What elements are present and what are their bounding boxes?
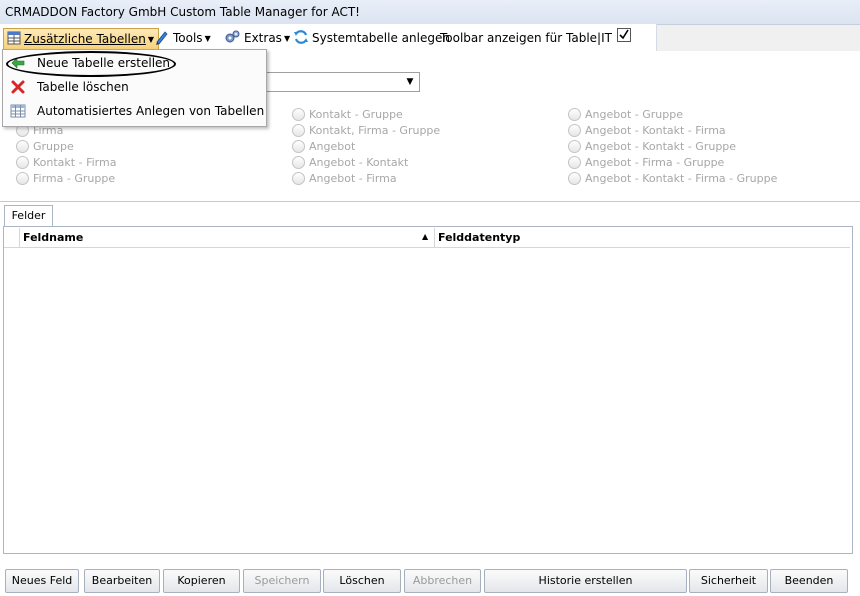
speichern-button[interactable]: Speichern — [243, 569, 321, 593]
radio-label: Angebot - Kontakt - Gruppe — [585, 140, 737, 153]
radio-label: Gruppe — [33, 140, 74, 153]
radio-option[interactable]: Angebot - Firma - Gruppe — [568, 156, 724, 169]
radio-option[interactable]: Angebot - Kontakt - Firma — [568, 124, 726, 137]
table-icon — [7, 31, 21, 48]
menu-item-label: Tabelle löschen — [37, 80, 129, 94]
radio-label: Angebot - Firma - Gruppe — [585, 156, 725, 169]
systemtabelle-anlegen-button[interactable]: Systemtabelle anlegen — [293, 28, 450, 48]
radio-option[interactable]: Angebot — [292, 140, 355, 153]
radio-option[interactable]: Firma - Gruppe — [16, 172, 115, 185]
window-title: CRMADDON Factory GmbH Custom Table Manag… — [5, 5, 360, 19]
radio-circle — [16, 156, 29, 169]
toolbar-anzeigen-checkbox[interactable] — [617, 28, 631, 42]
historie-erstellen-button[interactable]: Historie erstellen — [484, 569, 687, 593]
radio-circle — [568, 124, 581, 137]
zusaetzliche-tabellen-dropdown[interactable]: Zusätzliche Tabellen ▼ — [3, 28, 160, 50]
radio-label: Kontakt, Firma - Gruppe — [309, 124, 441, 137]
column-header-felddatentyp[interactable]: Felddatentyp — [438, 231, 520, 244]
kopieren-button[interactable]: Kopieren — [163, 569, 240, 593]
table-grid-icon — [10, 103, 26, 119]
radio-circle — [568, 156, 581, 169]
radio-circle — [292, 140, 305, 153]
bearbeiten-button[interactable]: Bearbeiten — [84, 569, 160, 593]
tab-felder[interactable]: Felder — [4, 205, 53, 226]
radio-option[interactable]: Angebot - Firma — [292, 172, 397, 185]
sicherheit-button[interactable]: Sicherheit — [689, 569, 768, 593]
tools-dropdown[interactable]: Tools ▼ — [154, 28, 211, 48]
sort-ascending-icon: ▲ — [422, 232, 429, 241]
pencil-icon — [154, 29, 170, 48]
extras-label: Extras — [244, 31, 282, 45]
radio-circle — [292, 108, 305, 121]
radio-circle — [16, 140, 29, 153]
radio-option[interactable]: Kontakt - Firma — [16, 156, 116, 169]
menu-item-automatisiertes-anlegen[interactable]: Automatisiertes Anlegen von Tabellen — [3, 100, 266, 122]
radio-label: Angebot - Kontakt - Firma — [585, 124, 726, 137]
toolbar-anzeigen-label: Toolbar anzeigen für Table|IT — [440, 28, 612, 48]
radio-label: Angebot - Firma — [309, 172, 397, 185]
radio-option[interactable]: Angebot - Kontakt - Gruppe — [568, 140, 736, 153]
highlight-ellipse — [6, 51, 176, 77]
radio-option[interactable]: Angebot - Gruppe — [568, 108, 683, 121]
neues-feld-button[interactable]: Neues Feld — [5, 569, 79, 593]
title-bar: CRMADDON Factory GmbH Custom Table Manag… — [0, 0, 860, 25]
radio-option[interactable]: Angebot - Kontakt - Firma - Gruppe — [568, 172, 777, 185]
red-x-icon — [10, 79, 26, 95]
chevron-down-icon: ▼ — [283, 33, 291, 43]
grid-header: Feldname ▲ Felddatentyp — [4, 228, 850, 248]
refresh-icon — [293, 29, 309, 48]
systemtabelle-label: Systemtabelle anlegen — [312, 31, 450, 45]
radio-option[interactable]: Kontakt, Firma - Gruppe — [292, 124, 440, 137]
radio-circle — [292, 156, 305, 169]
toolbar-anzeigen-text: Toolbar anzeigen für Table|IT — [440, 31, 612, 45]
menu-item-tabelle-loeschen[interactable]: Tabelle löschen — [3, 76, 266, 98]
chevron-down-icon: ▼ — [406, 77, 414, 87]
toolbar: Zusätzliche Tabellen ▼ Tools ▼ Extras ▼ … — [0, 24, 657, 52]
radio-circle — [292, 172, 305, 185]
divider — [0, 201, 860, 202]
column-header-feldname[interactable]: Feldname — [23, 231, 83, 244]
radio-option[interactable]: Angebot - Kontakt — [292, 156, 408, 169]
loeschen-button[interactable]: Löschen — [323, 569, 401, 593]
radio-label: Angebot - Kontakt - Firma - Gruppe — [585, 172, 778, 185]
fields-grid — [3, 226, 853, 554]
chevron-down-icon: ▼ — [204, 33, 211, 43]
row-selector-header — [4, 228, 20, 247]
radio-label: Angebot - Gruppe — [585, 108, 683, 121]
radio-label: Kontakt - Gruppe — [309, 108, 403, 121]
radio-circle — [16, 172, 29, 185]
radio-circle — [568, 172, 581, 185]
tools-label: Tools — [173, 31, 203, 45]
radio-circle — [292, 124, 305, 137]
radio-circle — [568, 108, 581, 121]
radio-label: Angebot — [309, 140, 356, 153]
extras-dropdown[interactable]: Extras ▼ — [224, 28, 290, 48]
column-divider — [434, 228, 435, 247]
radio-label: Kontakt - Firma — [33, 156, 117, 169]
radio-circle — [568, 140, 581, 153]
radio-option[interactable]: Gruppe — [16, 140, 74, 153]
tab-felder-label: Felder — [11, 209, 46, 222]
zusaetzliche-tabellen-label: Zusätzliche Tabellen — [24, 32, 146, 46]
beenden-button[interactable]: Beenden — [770, 569, 848, 593]
radio-label: Firma - Gruppe — [33, 172, 116, 185]
gears-icon — [224, 29, 241, 48]
abbrechen-button[interactable]: Abbrechen — [404, 569, 481, 593]
radio-option[interactable]: Kontakt - Gruppe — [292, 108, 403, 121]
menu-item-label: Automatisiertes Anlegen von Tabellen — [37, 104, 265, 118]
radio-label: Angebot - Kontakt — [309, 156, 409, 169]
